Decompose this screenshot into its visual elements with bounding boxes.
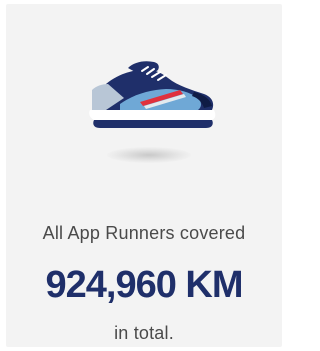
distance-value: 924,960 KM: [45, 264, 243, 306]
stats-card: All App Runners covered 924,960 KM in to…: [6, 4, 282, 347]
caption-bottom: in total.: [114, 323, 174, 343]
shoe-shadow: [107, 147, 191, 163]
running-shoe-icon: [86, 56, 218, 140]
caption-top: All App Runners covered: [42, 223, 246, 243]
